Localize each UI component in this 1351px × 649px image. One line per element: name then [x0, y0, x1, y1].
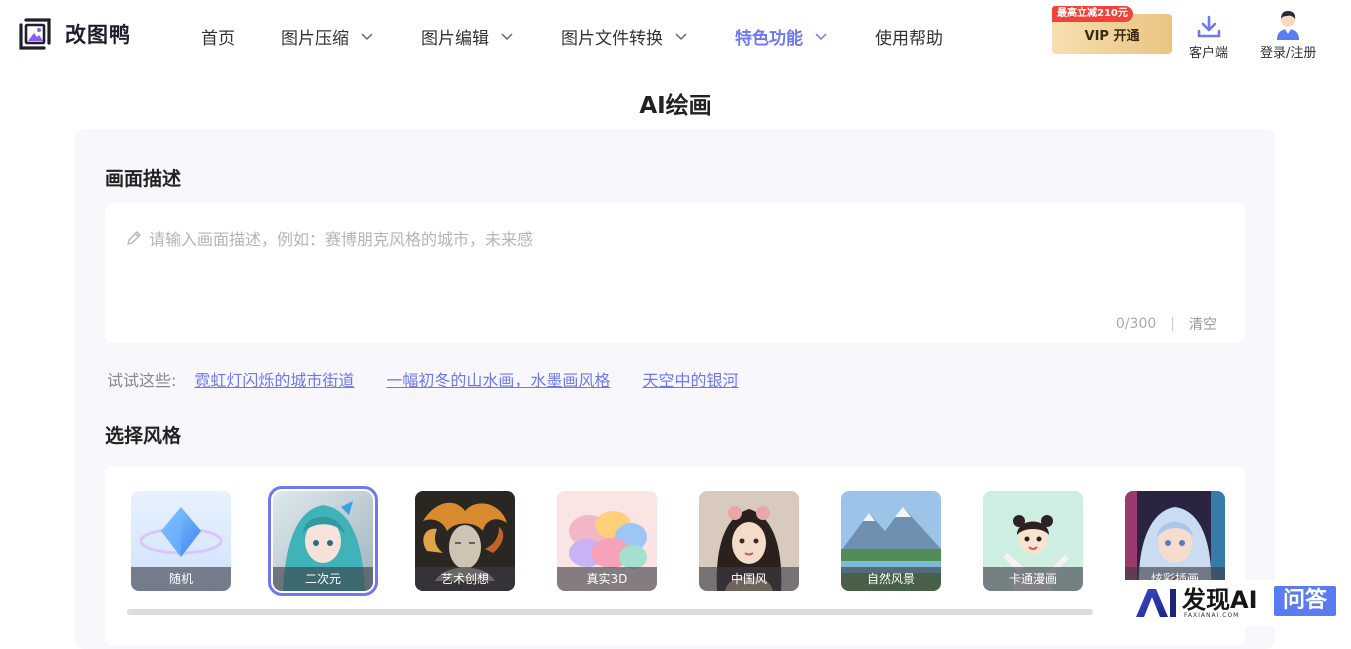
suggestions-label: 试试这些: — [107, 371, 177, 390]
clear-button[interactable]: 清空 — [1189, 314, 1217, 334]
divider: | — [1170, 316, 1175, 332]
char-counter: 0/300 — [1115, 316, 1157, 332]
nav-item-label: 图片编辑 — [421, 28, 489, 49]
nav-item-label: 使用帮助 — [875, 28, 943, 49]
page-title: AI绘画 — [639, 93, 712, 119]
nav-item-home[interactable]: 首页 — [201, 24, 235, 49]
style-option-colorful[interactable]: 炫彩插画 — [1125, 491, 1225, 591]
nav-item-image-edit[interactable]: 图片编辑 — [421, 24, 515, 49]
pencil-icon — [127, 231, 141, 245]
style-scrollbar[interactable] — [127, 609, 1093, 615]
vip-button-label: VIP 开通 — [1084, 28, 1140, 44]
watermark-logo-icon — [1136, 589, 1176, 617]
chevron-down-icon — [815, 33, 827, 41]
nav-item-label: 图片压缩 — [281, 28, 349, 49]
nav-item-label: 特色功能 — [735, 28, 803, 49]
client-download-button[interactable]: 客户端 — [1189, 8, 1228, 61]
watermark: 发现AI FAXIANAI.COM 问答 — [1120, 580, 1351, 626]
download-icon — [1196, 8, 1222, 40]
style-label: 自然风景 — [841, 567, 941, 591]
style-option-chinese[interactable]: 中国风 — [699, 491, 799, 591]
chevron-down-icon — [675, 33, 687, 41]
nav-item-features[interactable]: 特色功能 — [735, 24, 829, 49]
client-label: 客户端 — [1189, 46, 1229, 61]
vip-discount-badge: 最高立减210元 — [1052, 6, 1133, 22]
description-placeholder: 请输入画面描述，例如：赛博朋克风格的城市，未来感 — [125, 226, 533, 250]
style-option-anime[interactable]: 二次元 — [268, 486, 378, 596]
watermark-text: 发现AI — [1182, 585, 1258, 614]
description-footer: 0/300 | 清空 — [1116, 314, 1217, 334]
style-label: 中国风 — [699, 567, 799, 591]
nav-item-label: 图片文件转换 — [561, 28, 663, 49]
placeholder-text: 请输入画面描述，例如：赛博朋克风格的城市，未来感 — [149, 230, 534, 249]
style-option-art[interactable]: 艺术创想 — [415, 491, 515, 591]
main-nav: 首页 图片压缩 图片编辑 图片文件转换 特色功能 使用帮助 — [201, 0, 989, 72]
style-label: 卡通漫画 — [983, 567, 1083, 591]
description-section-label: 画面描述 — [105, 168, 182, 190]
style-option-nature[interactable]: 自然风景 — [841, 491, 941, 591]
style-option-3d[interactable]: 真实3D — [557, 491, 657, 591]
chevron-down-icon — [501, 33, 513, 41]
brand-name: 改图鸭 — [65, 23, 131, 47]
style-label: 随机 — [131, 567, 231, 591]
style-label: 二次元 — [273, 567, 373, 591]
suggestion-link[interactable]: 一幅初冬的山水画，水墨画风格 — [386, 367, 610, 391]
brand-logo[interactable]: 改图鸭 — [17, 16, 131, 52]
top-header: 改图鸭 首页 图片压缩 图片编辑 图片文件转换 特色功能 使用帮助 VIP 开通… — [0, 0, 1351, 72]
avatar — [1273, 8, 1303, 40]
login-register-button[interactable]: 登录/注册 — [1260, 8, 1316, 61]
style-option-random[interactable]: 随机 — [131, 491, 231, 591]
style-picker: 随机 二次元 艺术创想 真实3D 中国风 自然风景 卡通漫画 炫彩插画 — [105, 466, 1245, 646]
suggestion-link[interactable]: 霓虹灯闪烁的城市街道 — [194, 367, 354, 391]
watermark-badge: 问答 — [1274, 586, 1336, 616]
ai-drawing-panel: 画面描述 请输入画面描述，例如：赛博朋克风格的城市，未来感 0/300 | 清空… — [75, 129, 1275, 649]
watermark-subtext: FAXIANAI.COM — [1184, 611, 1240, 619]
style-label: 真实3D — [557, 567, 657, 591]
style-option-cartoon[interactable]: 卡通漫画 — [983, 491, 1083, 591]
logo-icon — [17, 16, 53, 52]
style-label: 艺术创想 — [415, 567, 515, 591]
suggestion-link[interactable]: 天空中的银河 — [642, 367, 738, 391]
style-section-label: 选择风格 — [105, 425, 182, 447]
nav-item-file-convert[interactable]: 图片文件转换 — [561, 24, 689, 49]
nav-item-image-compress[interactable]: 图片压缩 — [281, 24, 375, 49]
nav-item-label: 首页 — [201, 28, 235, 49]
login-label: 登录/注册 — [1260, 46, 1317, 61]
nav-item-help[interactable]: 使用帮助 — [875, 24, 943, 49]
chevron-down-icon — [361, 33, 373, 41]
suggestions-row: 试试这些: 霓虹灯闪烁的城市街道 一幅初冬的山水画，水墨画风格 天空中的银河 — [107, 367, 770, 391]
description-input[interactable]: 请输入画面描述，例如：赛博朋克风格的城市，未来感 0/300 | 清空 — [105, 203, 1245, 343]
